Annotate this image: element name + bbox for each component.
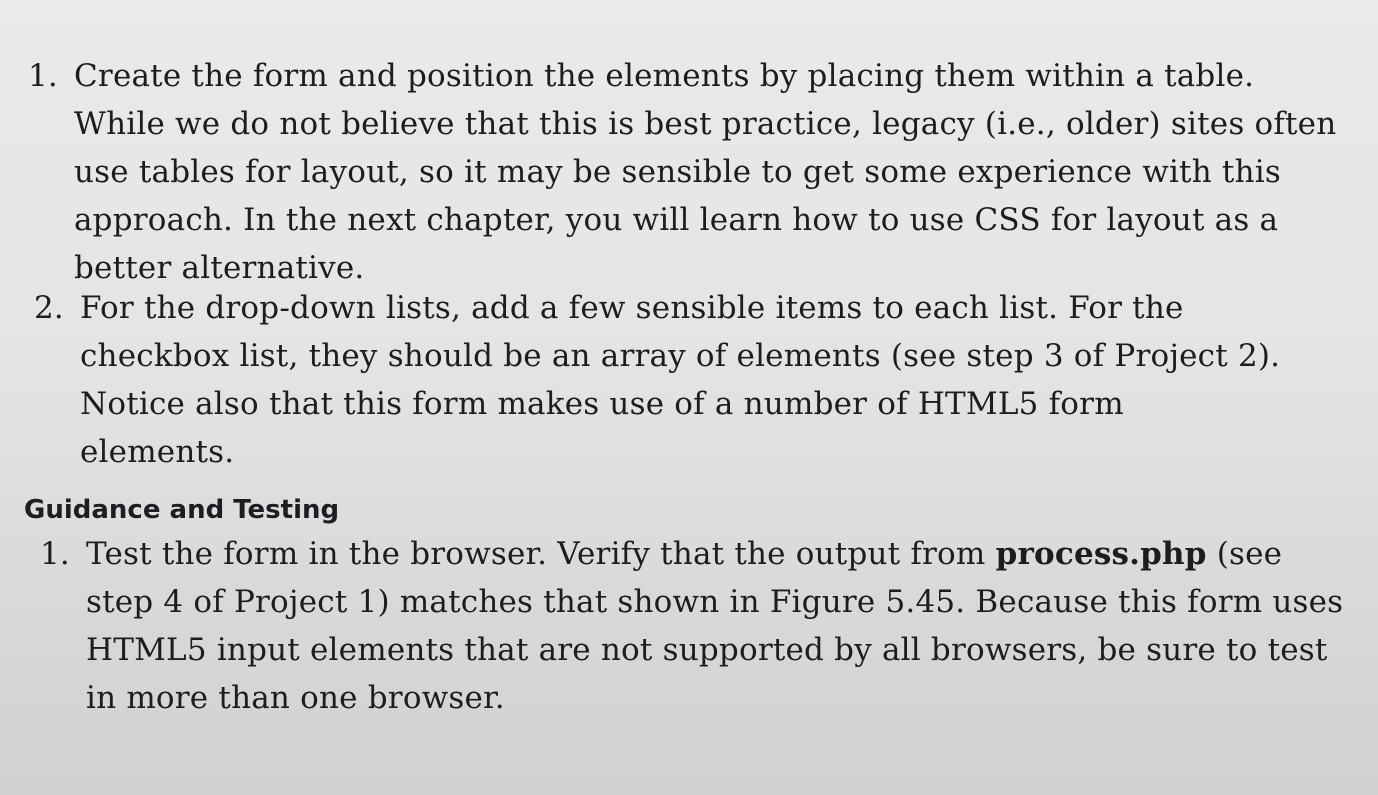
step-number: 1. bbox=[40, 536, 70, 572]
guidance-step-1: 1. Test the form in the browser. Verify … bbox=[40, 530, 1344, 722]
step-text-line: While we do not believe that this is bes… bbox=[74, 106, 1337, 142]
project-step-2: 2. For the drop-down lists, add a few se… bbox=[34, 284, 1281, 476]
project-step-1: 1. Create the form and position the elem… bbox=[28, 52, 1337, 292]
step-text-line: Notice also that this form makes use of … bbox=[80, 386, 1124, 422]
step-text-line: checkbox list, they should be an array o… bbox=[80, 338, 1281, 374]
step-number: 1. bbox=[28, 58, 58, 94]
step-text-line: elements. bbox=[80, 434, 235, 470]
step-text-line: in more than one browser. bbox=[86, 680, 505, 716]
step-text: (see bbox=[1206, 536, 1283, 572]
step-text-line: approach. In the next chapter, you will … bbox=[74, 202, 1279, 238]
section-heading: Guidance and Testing bbox=[24, 495, 340, 525]
step-text-line: step 4 of Project 1) matches that shown … bbox=[86, 584, 1344, 620]
step-text-line: use tables for layout, so it may be sens… bbox=[74, 154, 1281, 190]
step-text-line: Test the form in the browser. Verify tha… bbox=[86, 530, 1343, 578]
step-text-line: HTML5 input elements that are not suppor… bbox=[86, 632, 1328, 668]
step-text: Test the form in the browser. Verify tha… bbox=[86, 536, 996, 572]
filename-code: process.php bbox=[995, 536, 1207, 572]
step-text-line: For the drop-down lists, add a few sensi… bbox=[80, 290, 1184, 326]
step-number: 2. bbox=[34, 290, 64, 326]
book-page: 1. Create the form and position the elem… bbox=[0, 0, 1378, 795]
step-text-line: Create the form and position the element… bbox=[74, 58, 1255, 94]
